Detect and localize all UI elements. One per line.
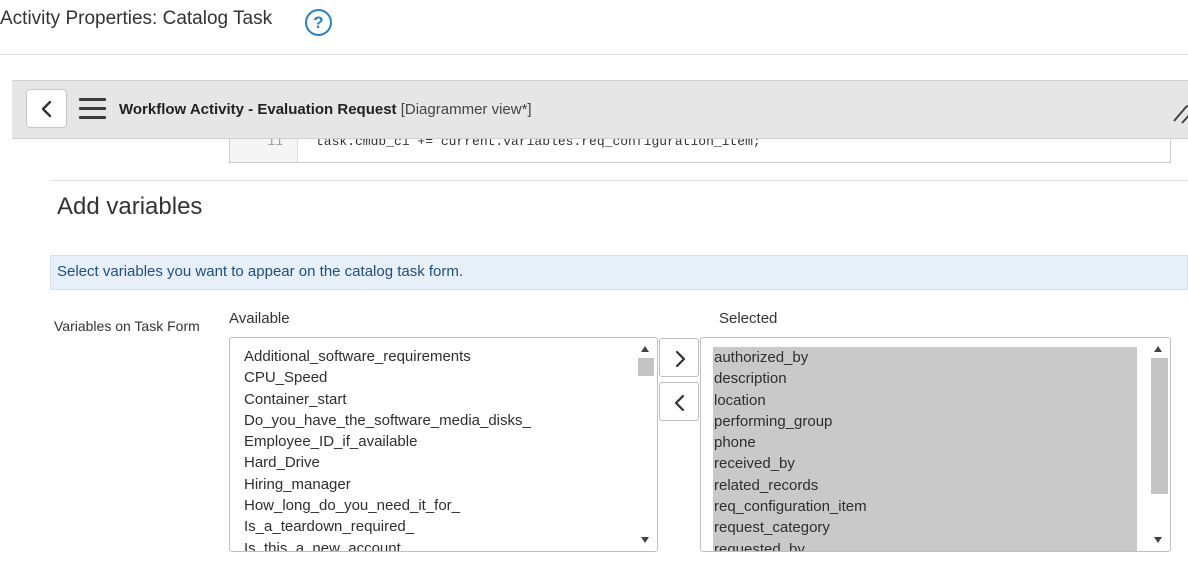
selected-item[interactable]: performing_group (713, 410, 1137, 433)
remove-from-selected-button[interactable] (659, 382, 699, 421)
form-header: Workflow Activity - Evaluation Request [… (12, 80, 1188, 139)
scroll-down-arrow-icon[interactable] (641, 537, 649, 543)
selected-item[interactable]: requested_by (713, 538, 1137, 551)
form-title: Workflow Activity - Evaluation Request [… (119, 101, 532, 118)
available-item[interactable]: Additional_software_requirements (243, 346, 531, 367)
available-item[interactable]: Container_start (243, 389, 531, 410)
section-title: Add variables (57, 193, 203, 220)
available-item[interactable]: Hard_Drive (243, 452, 531, 473)
available-list[interactable]: Additional_software_requirements CPU_Spe… (229, 337, 658, 552)
selected-item[interactable]: description (713, 368, 1137, 390)
chevron-left-icon (41, 100, 52, 118)
available-item[interactable]: Employee_ID_if_available (243, 431, 531, 452)
scroll-up-arrow-icon[interactable] (1154, 346, 1162, 352)
selected-item[interactable]: req_configuration_item (713, 496, 1137, 518)
chevron-right-icon (675, 350, 686, 368)
info-message: Select variables you want to appear on t… (50, 255, 1188, 290)
add-to-selected-button[interactable] (659, 338, 699, 377)
available-item[interactable]: Is_a_teardown_required_ (243, 516, 531, 537)
available-scrollbar[interactable] (636, 338, 657, 551)
selected-item[interactable]: phone (713, 432, 1137, 454)
selected-label: Selected (719, 310, 778, 327)
help-icon[interactable]: ? (305, 9, 332, 36)
line-gutter: 11 (230, 139, 298, 162)
chevron-left-icon (674, 394, 685, 412)
paperclip-icon[interactable] (1170, 99, 1188, 125)
available-item[interactable]: How_long_do_you_need_it_for_ (243, 495, 531, 516)
script-editor[interactable]: 11 task.cmdb_ci += current.variables.req… (229, 139, 1171, 163)
scroll-thumb[interactable] (638, 358, 654, 376)
info-message-text: Select variables you want to appear on t… (57, 263, 464, 280)
selected-item[interactable]: related_records (713, 474, 1137, 497)
available-item[interactable]: Is_this_a_new_account (243, 538, 531, 551)
scroll-down-arrow-icon[interactable] (1154, 537, 1162, 543)
selected-item[interactable]: authorized_by (713, 347, 1137, 369)
line-number: 11 (267, 139, 283, 149)
available-item[interactable]: Hiring_manager (243, 474, 531, 495)
selected-scrollbar[interactable] (1149, 338, 1170, 551)
available-label: Available (229, 310, 290, 327)
scroll-up-arrow-icon[interactable] (641, 346, 649, 352)
selected-list[interactable]: authorized_by description location perfo… (700, 337, 1171, 552)
back-button[interactable] (26, 89, 67, 128)
selected-item[interactable]: received_by (713, 453, 1137, 475)
available-item[interactable]: CPU_Speed (243, 367, 531, 388)
page-title: Activity Properties: Catalog Task (0, 8, 273, 29)
section-divider (50, 180, 1188, 181)
code-line: task.cmdb_ci += current.variables.req_co… (316, 139, 761, 149)
form-title-name: Workflow Activity - Evaluation Request (119, 101, 397, 118)
scroll-thumb[interactable] (1151, 358, 1168, 494)
form-view-label: [Diagrammer view*] (400, 101, 532, 118)
available-item[interactable]: Do_you_have_the_software_media_disks_ (243, 410, 531, 431)
hamburger-menu-icon[interactable] (79, 98, 106, 120)
divider (0, 54, 1188, 55)
variables-field-label: Variables on Task Form (54, 318, 200, 334)
selected-item[interactable]: request_category (713, 517, 1137, 539)
selected-item[interactable]: location (713, 389, 1137, 411)
